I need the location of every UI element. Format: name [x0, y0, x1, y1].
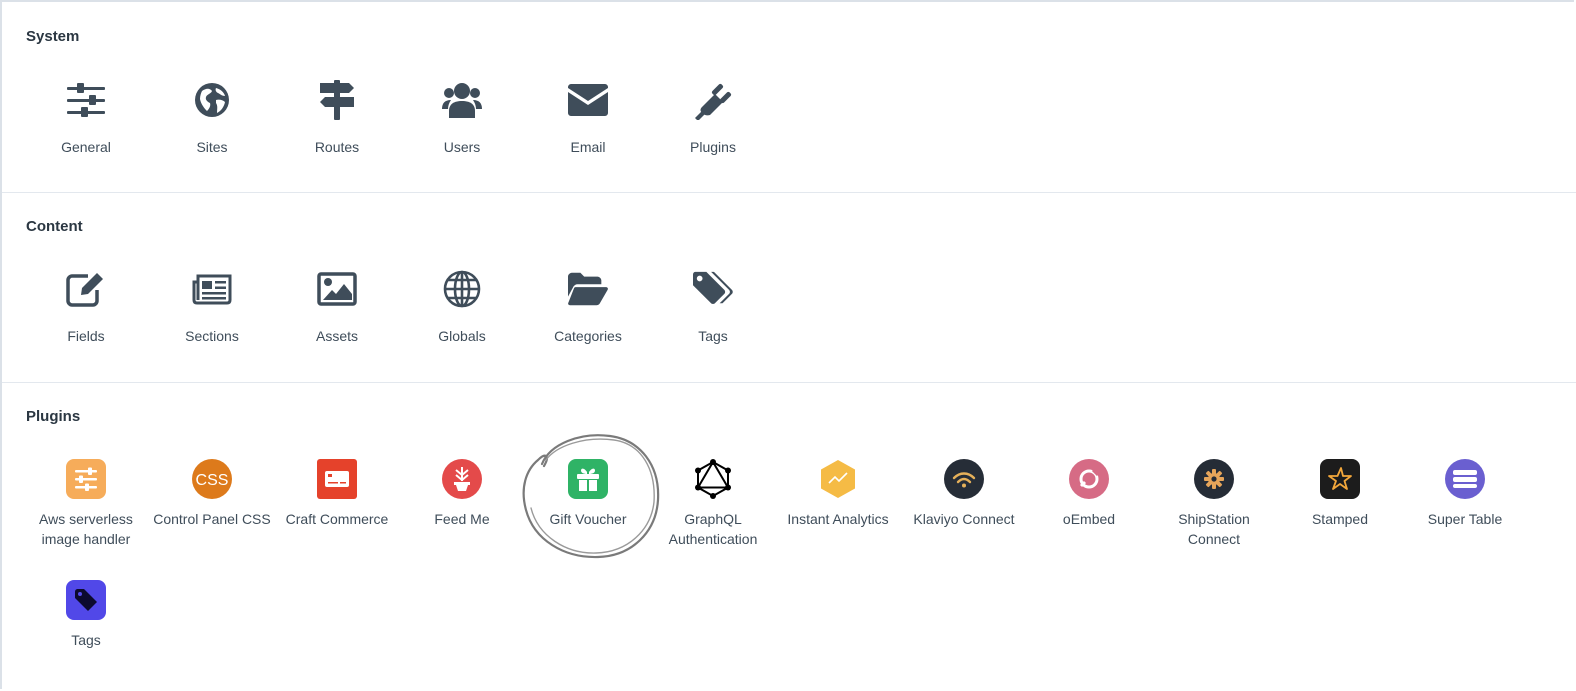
feed-me-icon: [442, 459, 482, 499]
shipstation-icon: [1194, 459, 1234, 499]
users-icon: [442, 80, 482, 120]
settings-item-label: Routes: [314, 139, 360, 155]
plugin-item-label: GraphQL Authentication: [668, 511, 758, 547]
settings-item-label: General: [61, 139, 111, 155]
settings-item-label: Email: [570, 139, 606, 155]
plugin-item-label: Stamped: [1311, 511, 1369, 527]
plugin-item-label: Feed Me: [434, 511, 490, 527]
plugin-item-label: Control Panel CSS: [153, 511, 271, 527]
plugin-item-graphql-authentication[interactable]: GraphQL Authentication: [653, 459, 773, 549]
plugin-item-craft-commerce[interactable]: Craft Commerce: [277, 459, 397, 529]
section-title-plugins: Plugins: [26, 408, 81, 425]
plugin-item-oembed[interactable]: oEmbed: [1029, 459, 1149, 529]
section-title-content: Content: [26, 218, 83, 235]
settings-item-tags[interactable]: Tags: [653, 269, 773, 346]
settings-item-label: Globals: [438, 328, 486, 344]
folder-open-icon: [568, 269, 608, 309]
settings-item-label: Fields: [67, 328, 105, 344]
settings-item-label: Sites: [196, 139, 228, 155]
instant-analytics-icon: [818, 459, 858, 499]
plugins-section: Plugins Aws serverless image handler CSS…: [2, 383, 1576, 691]
settings-item-general[interactable]: General: [26, 80, 146, 157]
sliders-icon: [66, 80, 106, 120]
super-table-icon: [1445, 459, 1485, 499]
klaviyo-icon: [944, 459, 984, 499]
svg-text:CSS: CSS: [196, 472, 229, 489]
globe-americas-icon: [192, 80, 232, 120]
graphql-icon: [693, 459, 733, 499]
settings-item-label: Users: [443, 139, 481, 155]
settings-item-label: Tags: [698, 328, 728, 344]
system-section: System General Sites Routes Users Email …: [2, 3, 1576, 192]
settings-item-plugins[interactable]: Plugins: [653, 80, 773, 157]
plugin-item-label: Tags: [71, 632, 101, 648]
settings-item-email[interactable]: Email: [528, 80, 648, 157]
settings-item-label: Categories: [554, 328, 622, 344]
settings-item-sites[interactable]: Sites: [152, 80, 272, 157]
newspaper-icon: [192, 269, 232, 309]
plugin-item-label: Gift Voucher: [549, 511, 627, 527]
envelope-icon: [568, 80, 608, 120]
plugin-item-control-panel-css[interactable]: CSS Control Panel CSS: [152, 459, 272, 529]
aws-serverless-icon: [66, 459, 106, 499]
plugin-item-tags[interactable]: Tags: [26, 580, 146, 650]
settings-item-label: Assets: [315, 328, 358, 344]
settings-item-globals[interactable]: Globals: [402, 269, 522, 346]
plugin-item-label: oEmbed: [1062, 511, 1116, 527]
plugin-item-label: Klaviyo Connect: [913, 511, 1015, 527]
settings-item-label: Plugins: [690, 139, 736, 155]
stamped-icon: [1320, 459, 1360, 499]
settings-item-assets[interactable]: Assets: [277, 269, 397, 346]
plugin-item-label: Super Table: [1427, 511, 1503, 527]
plugin-item-label: Aws serverless image handler: [39, 511, 133, 547]
plugin-item-super-table[interactable]: Super Table: [1405, 459, 1525, 529]
edit-icon: [66, 269, 106, 309]
settings-item-sections[interactable]: Sections: [152, 269, 272, 346]
plugin-item-label: Craft Commerce: [285, 511, 389, 527]
gift-icon: [568, 459, 608, 499]
settings-item-routes[interactable]: Routes: [277, 80, 397, 157]
commerce-icon: [317, 459, 357, 499]
plugin-item-label: ShipStation Connect: [1178, 511, 1250, 547]
settings-item-categories[interactable]: Categories: [528, 269, 648, 346]
content-section: Content Fields Sections Assets Globals C…: [2, 193, 1576, 382]
oembed-icon: [1069, 459, 1109, 499]
plug-icon: [693, 80, 733, 120]
globe-icon: [442, 269, 482, 309]
plugin-item-label: Instant Analytics: [787, 511, 889, 527]
tags-icon: [693, 269, 733, 309]
plugin-item-gift-voucher[interactable]: Gift Voucher: [528, 459, 648, 529]
plugin-item-aws-serverless[interactable]: Aws serverless image handler: [26, 459, 146, 549]
css-icon: CSS: [192, 459, 232, 499]
signpost-icon: [317, 80, 357, 120]
plugin-item-feed-me[interactable]: Feed Me: [402, 459, 522, 529]
plugin-item-stamped[interactable]: Stamped: [1280, 459, 1400, 529]
settings-item-fields[interactable]: Fields: [26, 269, 146, 346]
plugin-item-shipstation-connect[interactable]: ShipStation Connect: [1154, 459, 1274, 549]
tag-icon: [66, 580, 106, 620]
plugin-item-instant-analytics[interactable]: Instant Analytics: [778, 459, 898, 529]
image-icon: [317, 269, 357, 309]
settings-item-label: Sections: [185, 328, 239, 344]
settings-item-users[interactable]: Users: [402, 80, 522, 157]
section-title-system: System: [26, 28, 80, 45]
plugin-item-klaviyo-connect[interactable]: Klaviyo Connect: [904, 459, 1024, 529]
